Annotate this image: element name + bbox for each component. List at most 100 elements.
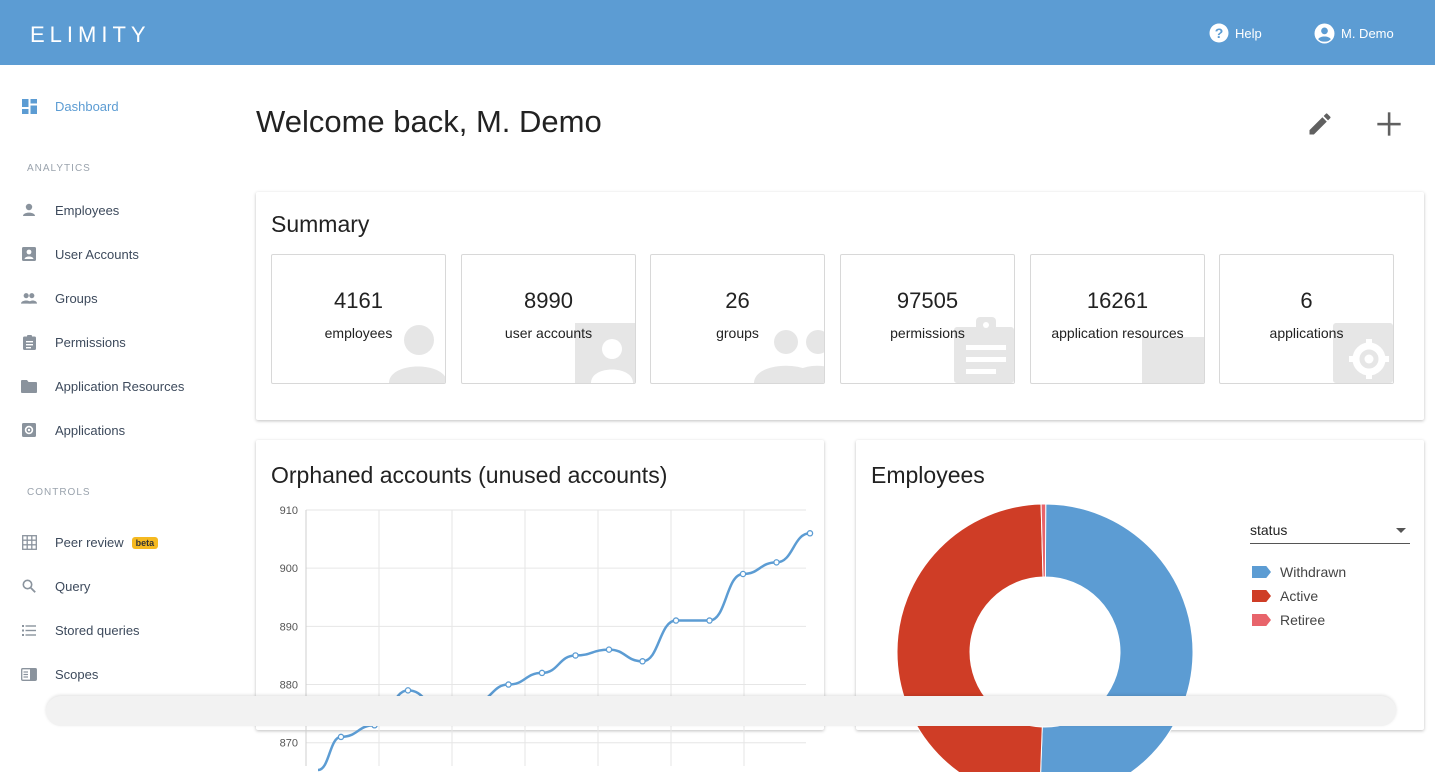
sidebar-item-groups[interactable]: Groups bbox=[0, 283, 240, 313]
add-button[interactable] bbox=[1375, 110, 1403, 138]
help-button[interactable]: ? Help bbox=[1209, 22, 1262, 44]
stat-applications[interactable]: 6 applications bbox=[1219, 254, 1394, 384]
sidebar-item-dashboard[interactable]: Dashboard bbox=[0, 91, 240, 121]
svg-text:?: ? bbox=[1215, 25, 1224, 41]
top-bar: ELIMITY ? Help M. Demo bbox=[0, 0, 1435, 65]
data-point[interactable] bbox=[672, 617, 680, 624]
page-title: Welcome back, M. Demo bbox=[256, 104, 602, 139]
sidebar-item-label: Employees bbox=[55, 202, 120, 218]
employees-title: Employees bbox=[871, 462, 985, 488]
data-point[interactable] bbox=[538, 669, 546, 677]
sidebar: Dashboard ANALYTICS Employees User Accou… bbox=[0, 65, 240, 712]
folder-icon bbox=[21, 378, 37, 394]
sidebar-item-label: Query bbox=[55, 578, 91, 594]
status-select-value: status bbox=[1250, 522, 1288, 538]
sidebar-item-label: Dashboard bbox=[55, 98, 119, 114]
slice-withdrawn[interactable] bbox=[1040, 503, 1194, 772]
sidebar-item-label: User Accounts bbox=[55, 246, 139, 262]
settings-box-icon bbox=[21, 422, 37, 438]
legend-label: Withdrawn bbox=[1280, 564, 1347, 580]
employees-donut-chart[interactable] bbox=[856, 500, 1246, 772]
group-icon bbox=[21, 290, 37, 306]
sidebar-item-permissions[interactable]: Permissions bbox=[0, 327, 240, 357]
data-point[interactable] bbox=[572, 652, 579, 659]
sidebar-item-user-accounts[interactable]: User Accounts bbox=[0, 239, 240, 269]
data-point[interactable] bbox=[605, 646, 613, 653]
bottom-scroll-bar[interactable] bbox=[46, 696, 1396, 726]
legend-label: Retiree bbox=[1280, 612, 1326, 628]
summary-title: Summary bbox=[271, 211, 370, 237]
search-icon bbox=[21, 578, 37, 594]
stat-label: application resources bbox=[1051, 325, 1184, 341]
person-icon bbox=[21, 202, 37, 218]
sidebar-item-label: Groups bbox=[55, 290, 98, 306]
y-tick-label: 870 bbox=[280, 738, 298, 750]
data-point[interactable] bbox=[404, 687, 412, 694]
user-menu-button[interactable]: M. Demo bbox=[1314, 22, 1394, 44]
section-controls: CONTROLS bbox=[27, 487, 91, 498]
beta-badge: beta bbox=[131, 536, 159, 549]
data-point[interactable] bbox=[706, 617, 713, 624]
help-label: Help bbox=[1235, 25, 1262, 41]
grid-icon bbox=[21, 534, 37, 550]
sidebar-item-peer-review[interactable]: Peer review beta bbox=[0, 527, 240, 557]
stat-value: 26 bbox=[725, 288, 750, 313]
y-tick-label: 890 bbox=[280, 621, 298, 633]
stat-value: 6 bbox=[1300, 288, 1313, 313]
data-point[interactable] bbox=[773, 559, 780, 566]
stat-label: applications bbox=[1269, 325, 1344, 341]
sidebar-item-label: Application Resources bbox=[55, 378, 185, 394]
legend-swatch bbox=[1252, 590, 1271, 602]
stat-label: user accounts bbox=[504, 325, 593, 341]
legend-retiree[interactable]: Retiree bbox=[1252, 611, 1325, 629]
data-point[interactable] bbox=[739, 570, 747, 578]
status-select[interactable]: status bbox=[1250, 520, 1410, 544]
sidebar-item-applications[interactable]: Applications bbox=[0, 415, 240, 445]
chevron-down-icon bbox=[1396, 528, 1406, 533]
stat-label: permissions bbox=[890, 325, 965, 341]
peer-review-label: Peer review bbox=[55, 534, 124, 550]
stat-value: 8990 bbox=[524, 288, 573, 313]
edit-button[interactable] bbox=[1306, 110, 1334, 138]
stat-employees[interactable]: 4161 employees bbox=[271, 254, 446, 384]
data-point[interactable] bbox=[639, 658, 646, 665]
legend-withdrawn[interactable]: Withdrawn bbox=[1252, 563, 1346, 581]
sidebar-item-label: Peer review beta bbox=[55, 534, 159, 550]
sidebar-item-stored-queries[interactable]: Stored queries bbox=[0, 615, 240, 645]
data-point[interactable] bbox=[337, 733, 345, 741]
sidebar-item-employees[interactable]: Employees bbox=[0, 195, 240, 225]
sidebar-item-application-resources[interactable]: Application Resources bbox=[0, 371, 240, 401]
y-tick-label: 900 bbox=[280, 563, 298, 575]
y-tick-label: 910 bbox=[280, 505, 298, 517]
orphaned-accounts-card: Orphaned accounts (unused accounts) 910 9… bbox=[256, 440, 824, 772]
orphaned-title: Orphaned accounts (unused accounts) bbox=[271, 462, 668, 488]
scopes-icon bbox=[21, 666, 37, 682]
stat-label: employees bbox=[324, 325, 393, 341]
stat-permissions[interactable]: 97505 permissions bbox=[840, 254, 1015, 384]
list-icon bbox=[21, 622, 37, 638]
data-point[interactable] bbox=[806, 530, 814, 537]
orphaned-line-chart[interactable]: 910 900 890 880 870 bbox=[256, 500, 824, 772]
sidebar-item-label: Applications bbox=[55, 422, 126, 438]
summary-card: Summary 4161 employees 8990 user account… bbox=[256, 192, 1424, 420]
stat-groups[interactable]: 26 groups bbox=[650, 254, 825, 384]
series-line bbox=[317, 532, 811, 772]
stat-value: 4161 bbox=[334, 288, 383, 313]
legend-active[interactable]: Active bbox=[1252, 587, 1318, 605]
account-circle-icon bbox=[1314, 23, 1335, 43]
stat-user-accounts[interactable]: 8990 user accounts bbox=[461, 254, 636, 384]
sidebar-item-scopes[interactable]: Scopes bbox=[0, 659, 240, 689]
data-point[interactable] bbox=[505, 681, 512, 688]
app-logo[interactable]: ELIMITY bbox=[30, 22, 151, 48]
stat-label: groups bbox=[716, 325, 759, 341]
section-analytics: ANALYTICS bbox=[27, 163, 91, 174]
stat-application-resources[interactable]: 16261 application resources bbox=[1030, 254, 1205, 384]
slice-active[interactable] bbox=[896, 503, 1044, 772]
help-icon: ? bbox=[1209, 23, 1229, 43]
sidebar-item-label: Scopes bbox=[55, 666, 99, 682]
assignment-icon bbox=[21, 334, 37, 350]
sidebar-item-query[interactable]: Query bbox=[0, 571, 240, 601]
pencil-icon bbox=[1309, 113, 1331, 135]
employees-card: Employees status Withdrawn Active Retire… bbox=[856, 440, 1424, 772]
sidebar-item-label: Stored queries bbox=[55, 622, 140, 638]
